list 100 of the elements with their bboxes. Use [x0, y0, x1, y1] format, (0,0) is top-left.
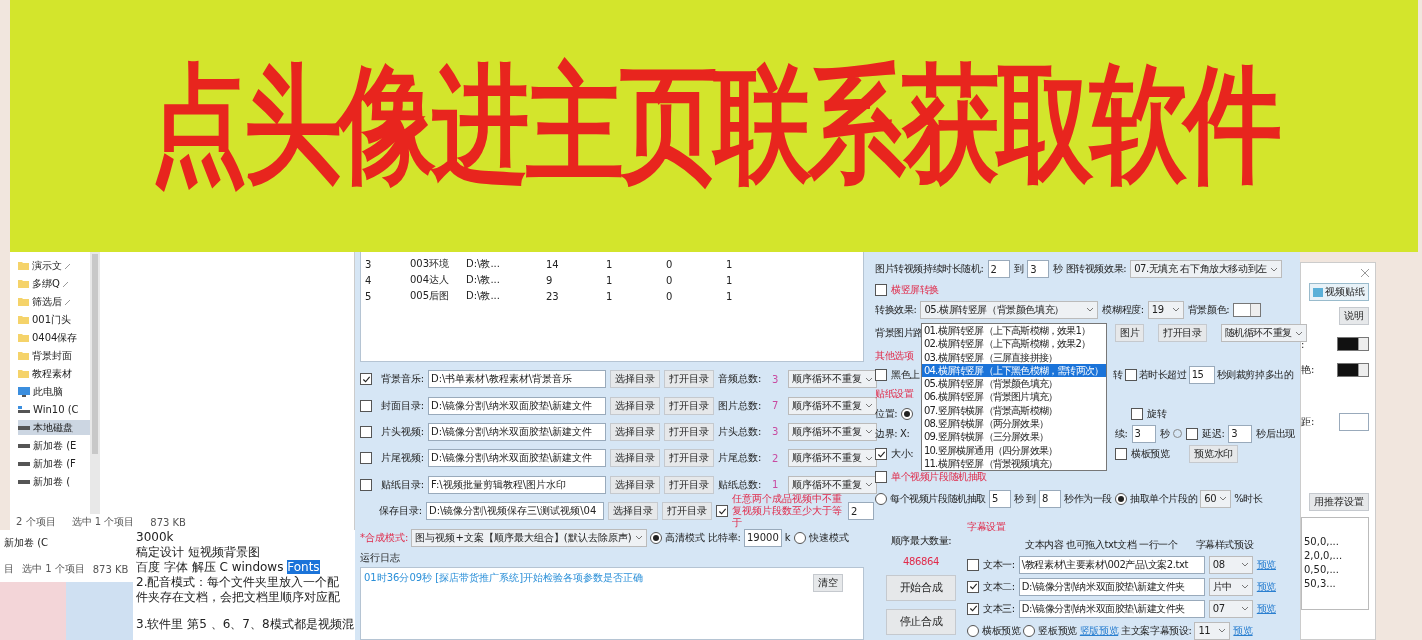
list-option[interactable]: 01.横屏转竖屏（上下高斯模糊，效果1） — [922, 324, 1107, 338]
checkbox[interactable] — [1186, 427, 1199, 440]
nav-item[interactable]: 教程素材 — [18, 366, 90, 381]
nav-item[interactable]: 新加卷 (F — [18, 456, 90, 471]
number-field[interactable]: 3 — [1027, 260, 1050, 279]
radio-button[interactable] — [649, 531, 662, 544]
effect-dropdown[interactable]: 07.无填充 右下角放大移动到左 — [1130, 260, 1282, 279]
bitrate-field[interactable]: 19000 — [743, 528, 782, 547]
number-field[interactable]: 3 — [1228, 424, 1253, 443]
effect-dropdown[interactable]: 05.横屏转竖屏（背景颜色填充） — [920, 300, 1099, 319]
list-option[interactable]: 07.竖屏转横屏（背景高斯模糊） — [922, 403, 1107, 418]
nav-item[interactable]: 此电脑 — [18, 384, 90, 399]
color-picker[interactable] — [1337, 337, 1369, 351]
number-field[interactable]: 2 — [987, 260, 1010, 279]
list-box[interactable]: 50,0,... 2,0,0,... 0,50,... 50,3... — [1301, 517, 1369, 610]
color-picker[interactable] — [1233, 302, 1262, 317]
clear-button[interactable]: 清空 — [813, 573, 843, 592]
path-field[interactable]: D:\书单素材\教程素材\背景音乐 — [428, 370, 606, 389]
checkbox[interactable] — [967, 603, 979, 615]
select-folder-button[interactable]: 选择目录 — [610, 396, 660, 415]
select-folder-button[interactable]: 选择目录 — [610, 422, 660, 441]
color-picker[interactable] — [1337, 363, 1369, 377]
list-item[interactable]: 50,0,... — [1304, 536, 1368, 547]
list-option[interactable]: 10.竖屏横屏通用（四分屏效果） — [922, 443, 1107, 457]
list-item[interactable]: 2,0,0,... — [1304, 550, 1368, 561]
close-icon[interactable] — [1361, 269, 1369, 277]
list-option[interactable]: 08.竖屏转横屏（两分屏效果） — [922, 417, 1107, 431]
list-item[interactable]: 0,50,... — [1304, 564, 1368, 575]
number-field[interactable]: 15 — [1188, 365, 1215, 384]
nav-item[interactable]: 演示文 — [18, 258, 90, 273]
open-folder-button[interactable]: 打开目录 — [1158, 324, 1207, 343]
checkbox[interactable] — [360, 425, 372, 438]
checkbox[interactable] — [1131, 408, 1143, 420]
open-folder-button[interactable]: 打开目录 — [664, 422, 714, 441]
style-dropdown[interactable]: 07 — [1208, 600, 1253, 618]
list-option[interactable]: 11.横屏转竖屏（背景视频填充） — [922, 456, 1107, 471]
list-option[interactable]: 06.横屏转竖屏（背景图片填充） — [922, 390, 1107, 404]
number-field[interactable]: 8 — [1039, 489, 1061, 508]
order-dropdown[interactable]: 顺序循环不重复 — [788, 449, 877, 468]
checkbox[interactable] — [875, 471, 887, 484]
list-option[interactable]: 02.横屏转竖屏（上下高斯模糊，效果2） — [922, 337, 1107, 351]
order-dropdown[interactable]: 顺序循环不重复 — [788, 370, 877, 389]
checkbox[interactable] — [875, 448, 887, 461]
path-field[interactable]: D:\镜像分割\纳米双面胶垫\新建文件夹 — [1018, 578, 1205, 596]
list-option[interactable]: 09.竖屏转横屏（三分屏效果） — [922, 430, 1107, 444]
select-folder-button[interactable]: 选择目录 — [608, 502, 658, 521]
checkbox[interactable] — [360, 373, 372, 386]
checkbox[interactable] — [1124, 368, 1137, 381]
tab[interactable]: 视频贴纸 — [1309, 283, 1369, 301]
checkbox[interactable] — [360, 478, 372, 491]
nav-item[interactable]: 筛选后 — [18, 294, 90, 309]
path-field[interactable]: \教程素材\主要素材\002产品\文案2.txt — [1018, 556, 1205, 574]
path-field[interactable]: D:\镜像分割\视频保存三\测试视频\04 — [426, 502, 604, 521]
start-button[interactable]: 开始合成 — [886, 575, 956, 601]
list-option[interactable]: 04.横屏转竖屏（上下黑色模糊，需转两次） — [922, 363, 1107, 378]
nav-item[interactable]: 001门头 — [18, 312, 90, 327]
radio-button[interactable] — [901, 408, 914, 420]
blur-dropdown[interactable]: 19 — [1147, 300, 1184, 319]
checkbox[interactable] — [875, 283, 887, 296]
text-field[interactable] — [1339, 413, 1369, 431]
select-folder-button[interactable]: 选择目录 — [610, 475, 660, 494]
list-option[interactable]: 03.横屏转竖屏（三屏直接拼接） — [922, 350, 1107, 364]
mode-dropdown[interactable]: 图与视频+文案【顺序最大组合】(默认去除原声) — [411, 528, 647, 547]
number-field[interactable]: 2 — [848, 502, 874, 521]
list-option[interactable]: 05.横屏转竖屏（背景颜色填充） — [922, 377, 1107, 391]
open-folder-button[interactable]: 打开目录 — [664, 396, 714, 415]
stop-button[interactable]: 停止合成 — [886, 609, 956, 635]
radio-button[interactable] — [967, 625, 979, 637]
checkbox[interactable] — [967, 581, 979, 593]
path-field[interactable]: D:\镜像分割\纳米双面胶垫\新建文件 — [428, 449, 606, 468]
scrollbar[interactable] — [90, 252, 100, 514]
radio-button[interactable] — [1023, 625, 1036, 637]
number-field[interactable]: 3 — [1131, 424, 1156, 443]
nav-item[interactable]: 多绑Q — [18, 276, 90, 291]
nav-item[interactable]: 新加卷 (C — [4, 536, 133, 550]
path-field[interactable]: D:\镜像分割\纳米双面胶垫\新建文件 — [428, 422, 606, 441]
nav-item[interactable]: 0404保存 — [18, 330, 90, 345]
style-dropdown[interactable]: 08 — [1208, 556, 1253, 574]
help-button[interactable]: 说明 — [1339, 307, 1369, 325]
checkbox[interactable] — [360, 452, 372, 465]
radio-button[interactable] — [1115, 492, 1127, 505]
path-field[interactable]: D:\镜像分割\纳米双面胶垫\新建文件 — [428, 396, 606, 415]
percent-dropdown[interactable]: 60 — [1200, 489, 1232, 508]
path-field[interactable]: F:\视频批量剪辑教程\图片水印 — [428, 475, 606, 494]
recommend-button[interactable]: 用推荐设置 — [1309, 493, 1369, 511]
select-folder-button[interactable]: 选择目录 — [610, 370, 660, 389]
select-folder-button[interactable]: 选择目录 — [610, 449, 660, 468]
nav-item[interactable]: 本地磁盘 — [18, 420, 90, 435]
preview-button[interactable]: 预览水印 — [1189, 445, 1238, 464]
nav-item[interactable]: 新加卷 (E — [18, 438, 90, 453]
checkbox[interactable] — [716, 505, 728, 518]
order-dropdown[interactable]: 随机循环不重复 — [1220, 324, 1307, 343]
radio-button[interactable] — [875, 492, 887, 505]
checkbox[interactable] — [360, 399, 372, 412]
number-field[interactable]: 5 — [989, 489, 1011, 508]
nav-item[interactable]: 背景封面 — [18, 348, 90, 363]
open-folder-button[interactable]: 打开目录 — [664, 449, 714, 468]
image-button[interactable]: 图片 — [1115, 324, 1145, 343]
preset-dropdown[interactable]: 11 — [1194, 622, 1231, 640]
checkbox[interactable] — [875, 368, 887, 381]
